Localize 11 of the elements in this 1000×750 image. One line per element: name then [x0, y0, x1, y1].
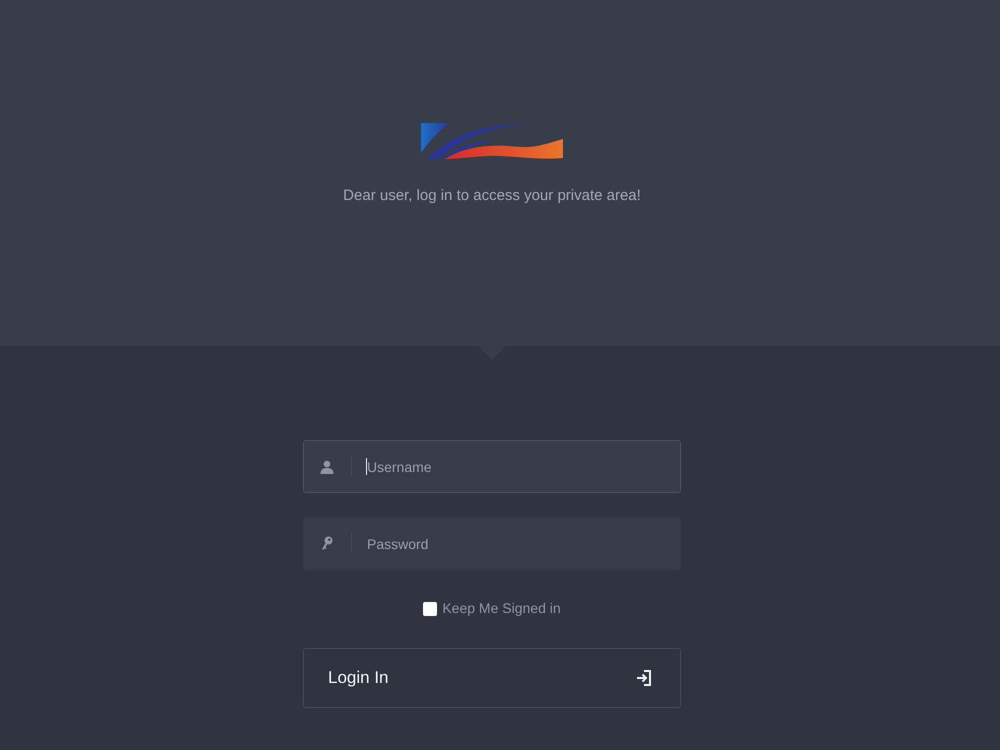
remember-label: Keep Me Signed in — [442, 599, 561, 618]
key-icon — [321, 536, 333, 551]
intro-message: Dear user, log in to access your private area! — [343, 186, 641, 206]
remember-checkbox[interactable] — [423, 602, 438, 616]
login-button[interactable]: Login In — [303, 648, 681, 708]
username-field[interactable]: Username — [303, 440, 681, 493]
text-caret-icon — [366, 458, 367, 475]
password-field[interactable]: Password — [303, 517, 681, 570]
wave-logo-icon — [421, 123, 563, 160]
user-icon — [320, 460, 334, 474]
login-icon — [635, 669, 653, 687]
